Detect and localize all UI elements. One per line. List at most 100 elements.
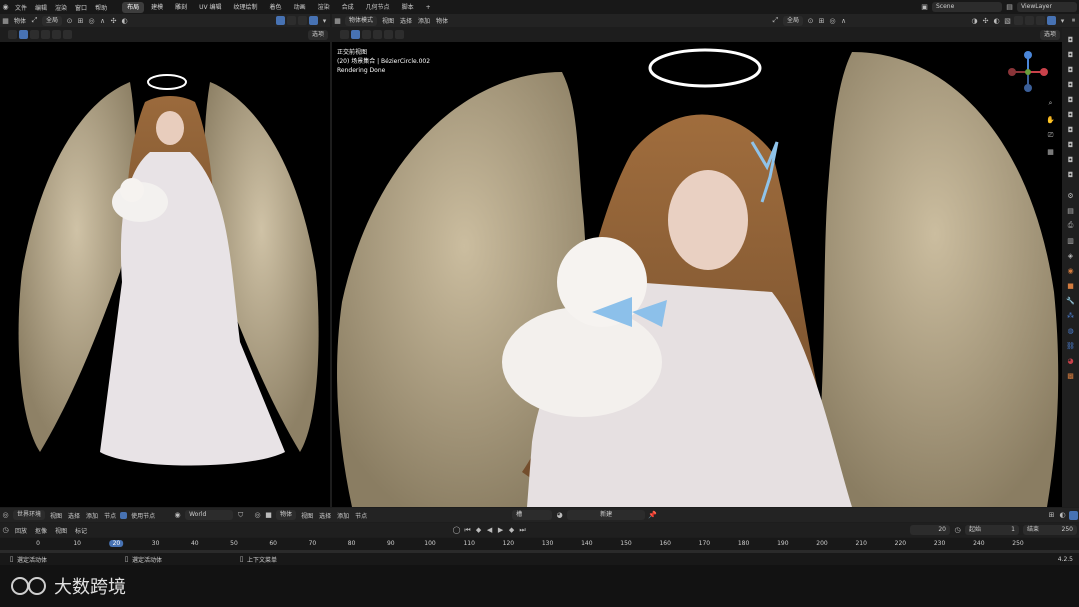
shading-rendered-button-right[interactable]: [1047, 16, 1056, 25]
proportional-icon[interactable]: ◎: [86, 15, 97, 26]
shading-material-button[interactable]: [298, 16, 307, 25]
fake-user-icon[interactable]: ⛉: [235, 510, 246, 521]
tool-props-icon[interactable]: ⚙: [1065, 190, 1076, 201]
node2-menu-select[interactable]: 选择: [316, 511, 334, 520]
tab-compositing[interactable]: 合成: [337, 2, 359, 13]
frame-start-field[interactable]: 起始 1: [965, 525, 1019, 535]
tab-uv-editing[interactable]: UV 编辑: [194, 2, 226, 13]
frame-end-field[interactable]: 结束 250: [1023, 525, 1077, 535]
modifier-icon[interactable]: 🔧: [1065, 295, 1076, 306]
add-workspace-button[interactable]: +: [421, 2, 436, 13]
select-box-button[interactable]: [19, 30, 28, 39]
right-orientation-dropdown[interactable]: 全局: [782, 15, 803, 26]
playhead-indicator[interactable]: 20: [109, 540, 124, 547]
camera-icon-8[interactable]: ◘: [1065, 139, 1076, 150]
right-menu-view[interactable]: 视图: [379, 16, 397, 25]
scene-props-icon[interactable]: ◈: [1065, 250, 1076, 261]
timeline-menu-view[interactable]: 视图: [51, 526, 71, 535]
shading-wire-button[interactable]: [276, 16, 285, 25]
use-nodes-checkbox[interactable]: [120, 511, 128, 519]
overlay-icon[interactable]: ◐: [119, 15, 130, 26]
prev-keyframe-icon[interactable]: ◆: [473, 525, 484, 536]
material-browse-icon[interactable]: ◕: [554, 510, 565, 521]
render-props-icon[interactable]: ▤: [1065, 205, 1076, 216]
menu-window[interactable]: 窗口: [71, 3, 91, 12]
right-3d-viewport[interactable]: 正交前视图 (20) 场景集合 | BézierCircle.002 Rende…: [332, 42, 1062, 507]
texture-icon[interactable]: ▩: [1065, 370, 1076, 381]
jump-start-icon[interactable]: ⏮: [462, 525, 473, 536]
object-mode-dropdown[interactable]: 物体: [276, 510, 297, 520]
select-intersect-button-right[interactable]: [395, 30, 404, 39]
select-extend-button-right[interactable]: [362, 30, 371, 39]
tab-modeling[interactable]: 建模: [146, 2, 168, 13]
menu-file[interactable]: 文件: [11, 3, 31, 12]
overlay-toggle-icon[interactable]: ◐: [1057, 510, 1068, 521]
visibility-icon[interactable]: ◑: [969, 15, 980, 26]
output-props-icon[interactable]: ⎙: [1065, 220, 1076, 231]
select-subtract-button[interactable]: [41, 30, 50, 39]
camera-icon-6[interactable]: ◘: [1065, 109, 1076, 120]
particles-icon[interactable]: ⁂: [1065, 310, 1076, 321]
right-mode-dropdown[interactable]: 物体模式: [345, 15, 378, 26]
node-menu-node[interactable]: 节点: [101, 511, 119, 520]
pivot-icon-right[interactable]: ⊙: [805, 15, 816, 26]
play-icon[interactable]: ▶: [495, 525, 506, 536]
jump-end-icon[interactable]: ⏭: [517, 525, 528, 536]
menu-edit[interactable]: 编辑: [31, 3, 51, 12]
node2-menu-node[interactable]: 节点: [352, 511, 370, 520]
falloff-icon-right[interactable]: ∧: [838, 15, 849, 26]
gizmo-icon[interactable]: ✣: [108, 15, 119, 26]
view-layer-icon[interactable]: ▥: [1065, 235, 1076, 246]
camera-view-icon[interactable]: ⎚: [1045, 130, 1056, 141]
timeline-menu-marker[interactable]: 标记: [71, 526, 91, 535]
node-menu-add[interactable]: 添加: [83, 511, 101, 520]
select-subtract-button-right[interactable]: [373, 30, 382, 39]
right-options-button[interactable]: 选项: [1039, 29, 1060, 40]
left-mode-label[interactable]: 物体: [11, 16, 29, 25]
left-3d-viewport[interactable]: [0, 42, 330, 507]
shading-material-button-right[interactable]: [1036, 16, 1045, 25]
constraints-icon[interactable]: ⛓: [1065, 340, 1076, 351]
tab-scripting[interactable]: 脚本: [397, 2, 419, 13]
tab-sculpting[interactable]: 雕刻: [170, 2, 192, 13]
select-extend-button[interactable]: [30, 30, 39, 39]
current-frame-field[interactable]: 20: [910, 525, 950, 535]
scene-selector[interactable]: Scene: [932, 2, 1002, 12]
tab-rendering[interactable]: 渲染: [313, 2, 335, 13]
grid-icon[interactable]: ▦: [1045, 146, 1056, 157]
camera-icon-4[interactable]: ◘: [1065, 79, 1076, 90]
tab-texture-paint[interactable]: 纹理绘制: [229, 2, 263, 13]
node-editor-type-icon[interactable]: ◎: [0, 510, 11, 521]
world-props-icon[interactable]: ◉: [1065, 265, 1076, 276]
pan-hand-icon[interactable]: ✋: [1045, 114, 1056, 125]
shading-solid-button-right[interactable]: [1025, 16, 1034, 25]
camera-icon-7[interactable]: ◘: [1065, 124, 1076, 135]
editor-type-icon-right[interactable]: ▦: [332, 15, 343, 26]
pivot-icon[interactable]: ⊙: [64, 15, 75, 26]
menu-help[interactable]: 帮助: [91, 3, 111, 12]
camera-icon-1[interactable]: ◘: [1065, 34, 1076, 45]
shading-wire-button-right[interactable]: [1014, 16, 1023, 25]
play-reverse-icon[interactable]: ◀: [484, 525, 495, 536]
select-intersect-button[interactable]: [63, 30, 72, 39]
shading-solid-button[interactable]: [287, 16, 296, 25]
xray-icon[interactable]: ▧: [1002, 15, 1013, 26]
new-material-button[interactable]: 新建: [567, 510, 646, 520]
overlay-icon-right[interactable]: ◐: [991, 15, 1002, 26]
select-tool-icon-right[interactable]: [340, 30, 349, 39]
node2-menu-add[interactable]: 添加: [334, 511, 352, 520]
next-keyframe-icon[interactable]: ◆: [506, 525, 517, 536]
tab-animation[interactable]: 动画: [289, 2, 311, 13]
left-orientation-dropdown[interactable]: 全局: [42, 15, 63, 26]
camera-icon-5[interactable]: ◘: [1065, 94, 1076, 105]
snap-icon-right[interactable]: ⊞: [816, 15, 827, 26]
node2-menu-view[interactable]: 视图: [298, 511, 316, 520]
right-menu-object[interactable]: 物体: [433, 16, 451, 25]
shading-options-icon-right[interactable]: ▾: [1057, 15, 1068, 26]
record-icon[interactable]: ◯: [451, 525, 462, 536]
zoom-icon[interactable]: ⌕: [1045, 98, 1056, 109]
snap-icon[interactable]: ⊞: [75, 15, 86, 26]
gizmo-icon-right[interactable]: ✣: [980, 15, 991, 26]
right-menu-select[interactable]: 选择: [397, 16, 415, 25]
select-invert-button-right[interactable]: [384, 30, 393, 39]
